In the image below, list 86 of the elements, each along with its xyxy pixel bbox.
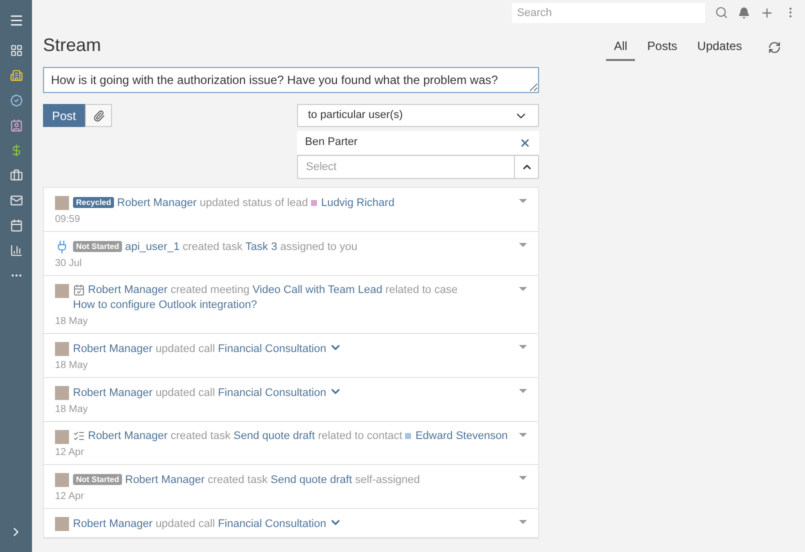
activity-text: updated call (156, 387, 215, 399)
entity-link[interactable]: Send quote draft (234, 430, 315, 442)
avatar-placeholder (55, 196, 69, 210)
activity-text: created task (170, 430, 230, 442)
status-badge: Recycled (73, 197, 114, 208)
timestamp: 18 May (55, 360, 89, 372)
tab[interactable]: All (606, 37, 636, 61)
refresh-icon[interactable] (768, 40, 781, 54)
activity-text: created task (182, 241, 243, 253)
audience-dropdown[interactable]: to particular user(s) (297, 104, 539, 127)
entity-link[interactable]: Financial Consultation (218, 343, 326, 355)
attach-button[interactable] (85, 104, 112, 127)
entity-link[interactable]: Robert Manager (88, 284, 168, 296)
entity-link[interactable]: Ludvig Richard (321, 197, 394, 209)
entity-link[interactable]: Robert Manager (88, 430, 168, 442)
avatar-placeholder (55, 386, 69, 400)
activity-text: created task (208, 474, 268, 486)
activity-text: related to case (385, 284, 458, 296)
timestamp: 30 Jul (55, 258, 83, 270)
user-select-field[interactable]: Select (297, 155, 539, 179)
activity-text: related to contact (318, 430, 402, 442)
bell-icon[interactable] (738, 6, 750, 18)
paperclip-icon (92, 110, 105, 122)
user-name: Ben Parter (305, 135, 358, 150)
entity-link[interactable]: Robert Manager (73, 343, 152, 355)
entity-link[interactable]: Robert Manager (125, 474, 205, 486)
item-menu-caret[interactable] (519, 520, 527, 524)
dollar-icon[interactable] (10, 144, 22, 157)
avatar-placeholder (55, 284, 69, 298)
entity-link[interactable]: Robert Manager (73, 387, 152, 399)
contact-card-icon[interactable] (10, 119, 22, 132)
status-badge: Not Started (73, 241, 122, 252)
search-field[interactable]: Search (512, 2, 705, 22)
menu-icon[interactable] (8, 13, 24, 28)
post-button[interactable]: Post (43, 104, 86, 127)
activity-text: updated status of lead (200, 197, 308, 209)
status-badge: Not Started (73, 474, 122, 485)
activity-text: self-assigned (355, 474, 420, 486)
avatar-placeholder (55, 473, 69, 487)
avatar-placeholder (55, 430, 69, 444)
plug-icon (55, 240, 69, 254)
building-icon[interactable] (10, 69, 22, 82)
timestamp: 18 May (55, 316, 89, 328)
entity-link[interactable]: Task 3 (245, 241, 278, 253)
calendar-check-icon (73, 284, 85, 296)
audience-value: to particular user(s) (308, 108, 403, 124)
item-menu-caret[interactable] (519, 476, 527, 480)
entity-link[interactable]: Financial Consultation (218, 518, 326, 530)
checklist-icon (73, 430, 85, 442)
entity-link[interactable]: Edward Stevenson (415, 430, 508, 442)
dashboard-icon[interactable] (10, 44, 22, 57)
entity-link[interactable]: Send quote draft (270, 474, 352, 486)
tab[interactable]: Posts (639, 37, 686, 61)
select-placeholder: Select (305, 160, 338, 175)
timestamp: 18 May (55, 404, 89, 416)
entity-link[interactable]: Financial Consultation (218, 387, 326, 399)
post-text-area[interactable]: How is it going with the authorization issue? Have you found what the problem was? (43, 67, 539, 93)
activity-text: created meeting (170, 284, 250, 296)
activity-text: updated call (156, 518, 215, 530)
timestamp: 09:59 (55, 214, 82, 226)
item-menu-caret[interactable] (519, 345, 527, 349)
bar-chart-icon[interactable] (10, 244, 22, 257)
item-menu-caret[interactable] (519, 287, 527, 291)
page-title: Stream (43, 34, 102, 57)
tab[interactable]: Updates (689, 37, 750, 61)
avatar-placeholder (55, 342, 69, 356)
entity-link[interactable]: api_user_1 (125, 241, 180, 253)
timestamp: 12 Apr (55, 491, 85, 503)
search-icon[interactable] (715, 6, 728, 19)
avatar-placeholder (55, 517, 69, 531)
entity-link[interactable]: Video Call with Team Lead (252, 284, 382, 296)
activity-text: updated call (156, 343, 215, 355)
briefcase-icon[interactable] (10, 169, 22, 182)
activity-text: assigned to you (280, 241, 358, 253)
timestamp: 12 Apr (55, 447, 85, 459)
calendar-icon[interactable] (10, 219, 22, 232)
remove-icon[interactable] (519, 136, 531, 148)
item-menu-caret[interactable] (519, 243, 527, 247)
entity-link[interactable]: Robert Manager (73, 518, 152, 530)
item-menu-caret[interactable] (519, 199, 527, 203)
entity-link[interactable]: How to configure Outlook integration? (73, 299, 258, 311)
envelope-icon[interactable] (10, 194, 22, 207)
item-menu-caret[interactable] (519, 433, 527, 437)
entity-link[interactable]: Robert Manager (117, 197, 197, 209)
item-menu-caret[interactable] (519, 389, 527, 393)
plus-icon[interactable] (760, 6, 774, 20)
